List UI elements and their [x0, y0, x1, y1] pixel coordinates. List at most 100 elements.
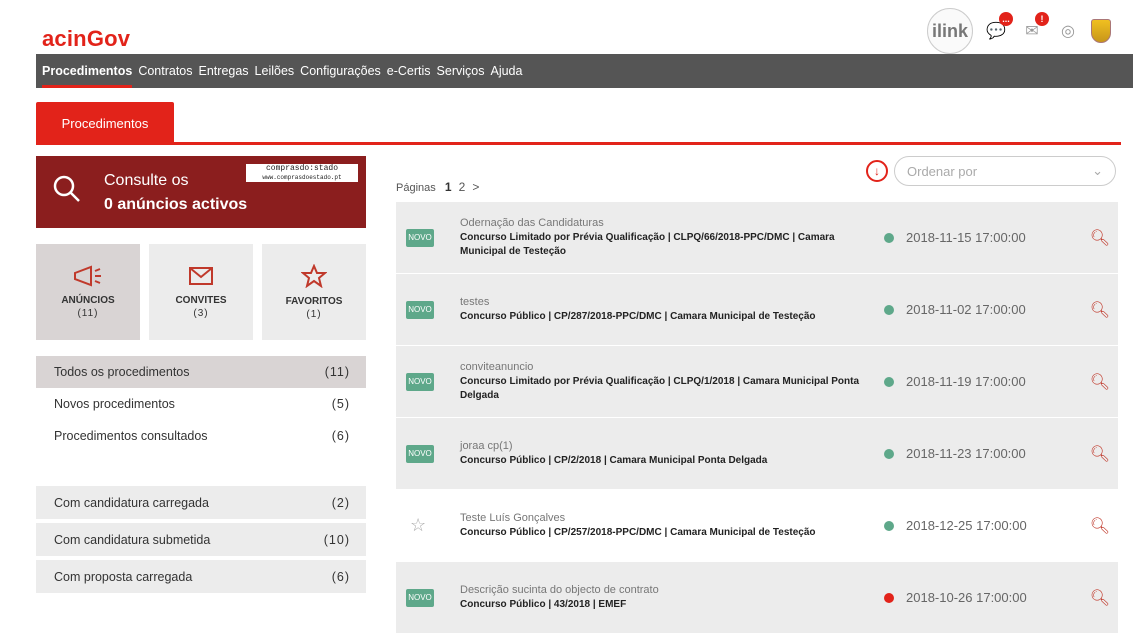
procedure-row[interactable]: NOVO joraa cp(1) Concurso Público | CP/2/… [396, 418, 1118, 490]
procedure-subtitle: Odernação das Candidaturas [460, 216, 604, 229]
status-dot [884, 592, 894, 603]
filter-label: Novos procedimentos [54, 397, 175, 411]
procedure-filters: Todos os procedimentos (11) Novos procedi… [36, 356, 366, 452]
novo-badge: NOVO [406, 228, 434, 247]
procedure-info: conviteanuncio Concurso Limitado por Prév… [460, 361, 870, 403]
novo-badge: NOVO [406, 444, 434, 463]
status-candidatura-carregada[interactable]: Com candidatura carregada (2) [36, 486, 366, 519]
mail-badge: ! [1035, 12, 1049, 26]
procedure-subtitle: conviteanuncio [460, 360, 534, 373]
tab-procedimentos[interactable]: Procedimentos [36, 102, 174, 144]
favorite-star-icon[interactable]: ☆ [410, 515, 426, 536]
status-dot [884, 232, 894, 243]
search-line2: 0 anúncios activos [104, 196, 248, 213]
nav-configuracoes[interactable]: Configurações [300, 54, 381, 88]
filter-label: Procedimentos consultados [54, 429, 208, 443]
chat-icon[interactable]: 💬... [983, 12, 1013, 44]
status-label: Com proposta carregada [54, 569, 193, 584]
procedure-row[interactable]: NOVO testes Concurso Público | CP/287/201… [396, 274, 1118, 346]
nav-entregas[interactable]: Entregas [199, 54, 249, 88]
novo-badge: NOVO [406, 588, 434, 607]
tile-favoritos-count: (1) [306, 309, 322, 320]
next-page-arrow[interactable]: > [472, 180, 479, 194]
procedure-subtitle: Descrição sucinta do objecto de contrato [460, 583, 659, 596]
top-bar: acinGov ilink 💬... ✉! ◎ [0, 0, 1133, 54]
mail-icon[interactable]: ✉! [1019, 12, 1049, 44]
nav-ecertis[interactable]: e-Certis [387, 54, 431, 88]
view-details-icon[interactable]: 🔍︎ [1090, 228, 1110, 248]
procedure-info: Teste Luís Gonçalves Concurso Público | C… [460, 512, 870, 540]
nav-procedimentos[interactable]: Procedimentos [42, 54, 133, 88]
view-details-icon[interactable]: 🔍︎ [1090, 516, 1110, 536]
procedure-info: joraa cp(1) Concurso Público | CP/2/2018 … [460, 440, 870, 468]
procedure-row[interactable]: NOVO conviteanuncio Concurso Limitado por… [396, 346, 1118, 418]
filter-count: (11) [324, 365, 350, 379]
chat-badge: ... [999, 12, 1013, 26]
search-announcements-box[interactable]: Consulte os 0 anúncios activos comprasdo… [36, 156, 366, 228]
view-details-icon[interactable]: 🔍︎ [1090, 300, 1110, 320]
novo-badge: NOVO [406, 300, 434, 319]
procedure-row[interactable]: NOVO Odernação das Candidaturas Concurso … [396, 202, 1118, 274]
status-candidatura-submetida[interactable]: Com candidatura submetida (10) [36, 523, 366, 556]
status-proposta-carregada[interactable]: Com proposta carregada (6) [36, 560, 366, 593]
tile-anuncios[interactable]: ANÚNCIOS (11) [36, 244, 140, 340]
novo-badge: NOVO [406, 372, 434, 391]
tab-bar: Procedimentos [36, 102, 1121, 146]
acingov-logo[interactable]: acinGov [42, 26, 130, 52]
category-tiles: ANÚNCIOS (11) CONVITES (3) FAVORITOS (1) [36, 244, 366, 340]
procedure-deadline: 2018-11-02 17:00:00 [884, 302, 1026, 317]
nav-contratos[interactable]: Contratos [138, 54, 192, 88]
page-1-link[interactable]: 1 [445, 180, 452, 194]
procedure-title: Concurso Limitado por Prévia Qualificaçã… [460, 231, 835, 257]
page-2-link[interactable]: 2 [459, 180, 466, 194]
tile-anuncios-count: (11) [77, 308, 99, 319]
procedure-date: 2018-11-19 17:00:00 [906, 374, 1026, 389]
nav-leiloes[interactable]: Leilões [255, 54, 295, 88]
procedure-date: 2018-12-25 17:00:00 [906, 518, 1027, 533]
status-count: (10) [323, 532, 350, 547]
pagination: Páginas 1 2 > [396, 180, 479, 194]
search-line1: Consulte os [104, 172, 189, 189]
status-label: Com candidatura submetida [54, 532, 211, 547]
user-icon[interactable]: ◎ [1055, 18, 1081, 44]
status-label: Com candidatura carregada [54, 495, 209, 510]
procedure-date: 2018-11-02 17:00:00 [906, 302, 1026, 317]
municipality-crest-icon[interactable] [1091, 19, 1111, 43]
search-icon [53, 175, 80, 202]
ilink-icon[interactable]: ilink [927, 8, 973, 54]
status-dot [884, 304, 894, 315]
filter-novos[interactable]: Novos procedimentos (5) [36, 388, 366, 420]
view-details-icon[interactable]: 🔍︎ [1090, 372, 1110, 392]
sort-select[interactable]: Ordenar por ⌄ [894, 156, 1116, 186]
tab-underline [36, 142, 1121, 145]
tile-favoritos[interactable]: FAVORITOS (1) [262, 244, 366, 340]
tile-convites[interactable]: CONVITES (3) [149, 244, 253, 340]
envelope-icon [189, 267, 213, 285]
filter-todos[interactable]: Todos os procedimentos (11) [36, 356, 366, 388]
nav-servicos[interactable]: Serviços [437, 54, 485, 88]
star-icon [301, 264, 327, 288]
status-count: (2) [331, 495, 350, 510]
procedure-row[interactable]: ☆ Teste Luís Gonçalves Concurso Público |… [396, 490, 1118, 562]
filter-label: Todos os procedimentos [54, 365, 190, 379]
procedure-row[interactable]: NOVO Descrição sucinta do objecto de con… [396, 562, 1118, 634]
top-icons: ilink 💬... ✉! ◎ [927, 8, 1111, 54]
procedure-list: NOVO Odernação das Candidaturas Concurso … [396, 202, 1118, 634]
comprasdoestado-logo[interactable]: comprasdo:stado www.comprasdoestado.pt [246, 164, 358, 182]
view-details-icon[interactable]: 🔍︎ [1090, 588, 1110, 608]
procedure-title: Concurso Público | 43/2018 | EMEF [460, 598, 627, 610]
procedure-title: Concurso Público | CP/287/2018-PPC/DMC |… [460, 310, 816, 322]
view-details-icon[interactable]: 🔍︎ [1090, 444, 1110, 464]
procedure-info: Odernação das Candidaturas Concurso Limit… [460, 217, 870, 259]
status-dot [884, 376, 894, 387]
status-dot [884, 520, 894, 531]
filter-consultados[interactable]: Procedimentos consultados (6) [36, 420, 366, 452]
procedure-deadline: 2018-11-15 17:00:00 [884, 230, 1026, 245]
procedure-subtitle: testes [460, 295, 490, 308]
sort-controls: ↓ Ordenar por ⌄ [866, 156, 1116, 186]
procedure-subtitle: joraa cp(1) [460, 439, 513, 452]
procedure-deadline: 2018-12-25 17:00:00 [884, 518, 1027, 533]
nav-ajuda[interactable]: Ajuda [490, 54, 522, 88]
status-filters: Com candidatura carregada (2) Com candida… [36, 486, 366, 597]
download-icon[interactable]: ↓ [866, 160, 888, 182]
